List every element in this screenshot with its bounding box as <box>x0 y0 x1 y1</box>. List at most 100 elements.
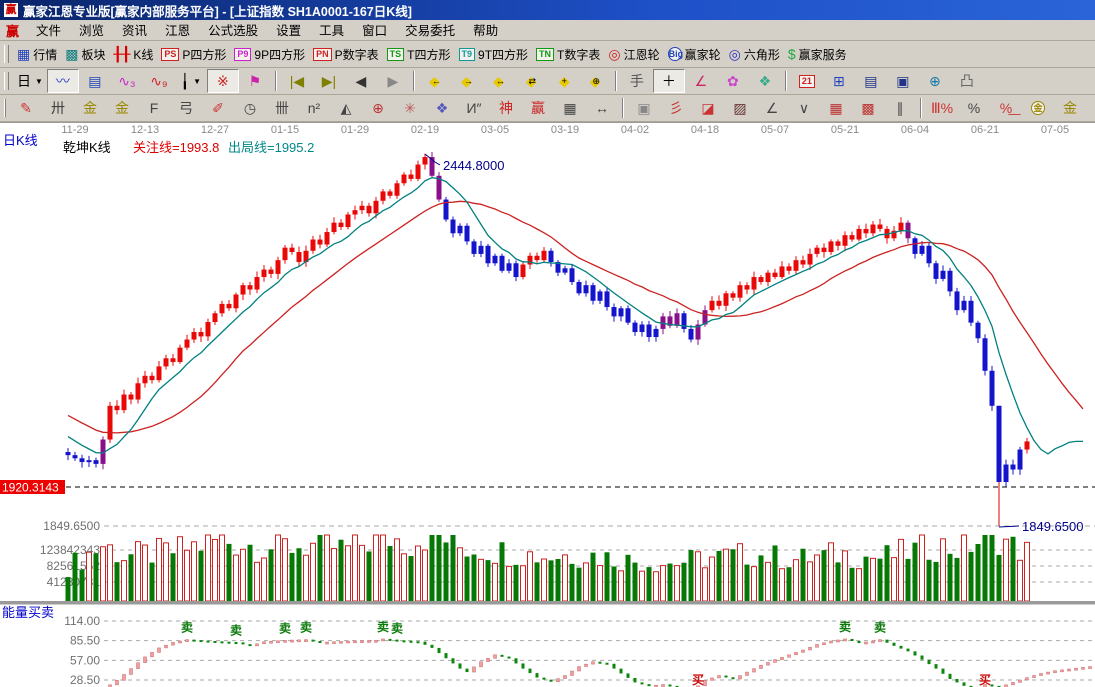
menu-item-trade[interactable]: 交易委托 <box>396 23 464 39</box>
star-web-tool[interactable]: ✳ <box>394 96 426 120</box>
zoom-in-button[interactable]: ◆⇄ <box>515 69 547 93</box>
info-document-button[interactable]: ▤ <box>79 69 111 93</box>
ying-grid-tool[interactable]: 赢 <box>522 96 554 120</box>
gann-gold-grid-1[interactable]: 金 <box>74 96 106 120</box>
nav-first-button[interactable]: |◀ <box>281 69 313 93</box>
hatch-box-tool[interactable]: ▨ <box>724 96 756 120</box>
zigzag-tool[interactable]: ∨ <box>788 96 820 120</box>
sectors-button[interactable]: ▩板块 <box>61 42 109 66</box>
parallel-tool[interactable]: ∥ <box>884 96 916 120</box>
period-day-dropdown[interactable]: 日▼ <box>13 69 47 93</box>
zoom-h-button[interactable]: ◆↔ <box>483 69 515 93</box>
hexagon-button[interactable]: ◎六角形 <box>725 42 784 66</box>
f-grid-tool[interactable]: F <box>138 96 170 120</box>
n2-tool[interactable]: n² <box>298 96 330 120</box>
qiankun-pattern-button[interactable]: ※ <box>207 69 239 93</box>
menu-item-browse[interactable]: 浏览 <box>70 23 113 39</box>
gold-circle-tool[interactable]: 金 <box>1022 96 1054 120</box>
kwave-tool[interactable]: И″ <box>458 96 490 120</box>
grid-tool[interactable]: 卅 <box>42 96 74 120</box>
fan-rays-tool[interactable]: 彡 <box>660 96 692 120</box>
p-square-button[interactable]: PSP四方形 <box>157 42 230 66</box>
sell-marker: 卖 <box>391 620 403 635</box>
brush-tool[interactable]: ✐ <box>202 96 234 120</box>
candle-style-dropdown[interactable]: ╽▼ <box>175 69 207 93</box>
percent-tool[interactable]: % <box>958 96 990 120</box>
zoom-all-button[interactable]: ◆⊕ <box>579 69 611 93</box>
t-number-button[interactable]: TNT数字表 <box>532 42 604 66</box>
menu-item-file[interactable]: 文件 <box>27 23 70 39</box>
crosshair-button[interactable]: ＋ <box>653 69 685 93</box>
menu-item-help[interactable]: 帮助 <box>464 23 507 39</box>
box-select-tool[interactable]: ▣ <box>628 96 660 120</box>
marker-brush-tool[interactable]: ✎ <box>1086 96 1095 120</box>
mirror-tool[interactable]: ◭ <box>330 96 362 120</box>
ruler123-tool[interactable]: ▦ <box>554 96 586 120</box>
winner-service-button[interactable]: $赢家服务 <box>784 42 851 66</box>
puzzle-button[interactable]: ❖ <box>749 69 781 93</box>
knife-tool[interactable]: ✎ <box>10 96 42 120</box>
spiral-tool[interactable]: 弓 <box>170 96 202 120</box>
volume-bars <box>0 535 1095 605</box>
calendar-button[interactable]: 21 <box>791 69 823 93</box>
print-button[interactable]: 凸 <box>951 69 983 93</box>
flag-button[interactable]: ⚑ <box>239 69 271 93</box>
menu-item-settings[interactable]: 设置 <box>267 23 310 39</box>
web-button[interactable]: ⊕ <box>919 69 951 93</box>
shift-left-button[interactable]: ◆← <box>419 69 451 93</box>
menu-item-tools[interactable]: 工具 <box>310 23 353 39</box>
ma9-button[interactable]: ∿₉ <box>143 69 175 93</box>
menu-item-gann[interactable]: 江恩 <box>156 23 199 39</box>
nav-prev-button[interactable]: ◀ <box>345 69 377 93</box>
gold-line-tool[interactable]: 金 <box>1054 96 1086 120</box>
time-circle-tool[interactable]: ◷ <box>234 96 266 120</box>
calculator-button[interactable]: ⊞ <box>823 69 855 93</box>
ma3-button[interactable]: ∿₃ <box>111 69 143 93</box>
svg-text:06-04: 06-04 <box>901 124 929 136</box>
percent-bars-tool[interactable]: Ⅲ% <box>926 96 958 120</box>
shift-right-button[interactable]: ◆→ <box>451 69 483 93</box>
quotes-button[interactable]: ▦行情 <box>13 42 61 66</box>
kline-button[interactable]: ╂╂K线 <box>110 42 158 66</box>
nav-next-button[interactable]: ▶ <box>377 69 409 93</box>
p-number-button[interactable]: PNP数字表 <box>309 42 383 66</box>
hand-tool-button[interactable]: 手 <box>621 69 653 93</box>
red-grid2-tool[interactable]: ▩ <box>852 96 884 120</box>
width-arrows-tool[interactable]: ↔ <box>586 96 618 120</box>
kline-chart-svg[interactable]: 11-2912-1312-2701-1501-2902-1903-0503-19… <box>0 122 1095 687</box>
chart-area[interactable]: 11-2912-1312-2701-1501-2902-1903-0503-19… <box>0 122 1095 687</box>
p9-square-button[interactable]: P99P四方形 <box>230 42 309 66</box>
t-square-button[interactable]: TST四方形 <box>383 42 455 66</box>
gann-gold-grid-2[interactable]: 金 <box>106 96 138 120</box>
angle-measure-button[interactable]: ∠ <box>685 69 717 93</box>
angle-rays-tool[interactable]: ∠ <box>756 96 788 120</box>
gold-circle-icon: 金 <box>1031 101 1045 115</box>
percent-line-tool[interactable]: %͟ <box>990 96 1022 120</box>
quotes-button-label: 行情 <box>33 46 57 63</box>
gann-box-button[interactable]: ✿ <box>717 69 749 93</box>
printer-icon: 凸 <box>960 74 974 88</box>
fan-box-tool[interactable]: ◪ <box>692 96 724 120</box>
gann-wheel-button[interactable]: ◎江恩轮 <box>604 42 663 66</box>
nav-last-button[interactable]: ▶| <box>313 69 345 93</box>
notes-button[interactable]: ▤ <box>855 69 887 93</box>
circle-cross-tool[interactable]: ⊕ <box>362 96 394 120</box>
tick-ruler-tool[interactable]: 卌 <box>266 96 298 120</box>
calculator-icon: ⊞ <box>833 74 845 88</box>
menu-item-window[interactable]: 窗口 <box>353 23 396 39</box>
red-grid-tool[interactable]: ▦ <box>820 96 852 120</box>
zoom-cross-button[interactable]: ◆+ <box>547 69 579 93</box>
web-box-tool[interactable]: ❖ <box>426 96 458 120</box>
toolbar-separator <box>413 71 415 91</box>
sell-marker: 卖 <box>377 619 389 634</box>
menu-item-formula-pick[interactable]: 公式选股 <box>199 23 267 39</box>
save-button[interactable]: ▣ <box>887 69 919 93</box>
shen-grid-tool[interactable]: 神 <box>490 96 522 120</box>
trend-wave-button[interactable]: 〰 <box>47 69 79 93</box>
tn-badge-icon: TN <box>536 48 554 61</box>
red-grid-icon: ▦ <box>829 101 842 115</box>
gold-line-icon: 金 <box>1063 101 1077 115</box>
winner-wheel-button[interactable]: Big赢家轮 <box>664 42 725 66</box>
menu-item-news[interactable]: 资讯 <box>113 23 156 39</box>
t9-square-button[interactable]: T99T四方形 <box>455 42 533 66</box>
